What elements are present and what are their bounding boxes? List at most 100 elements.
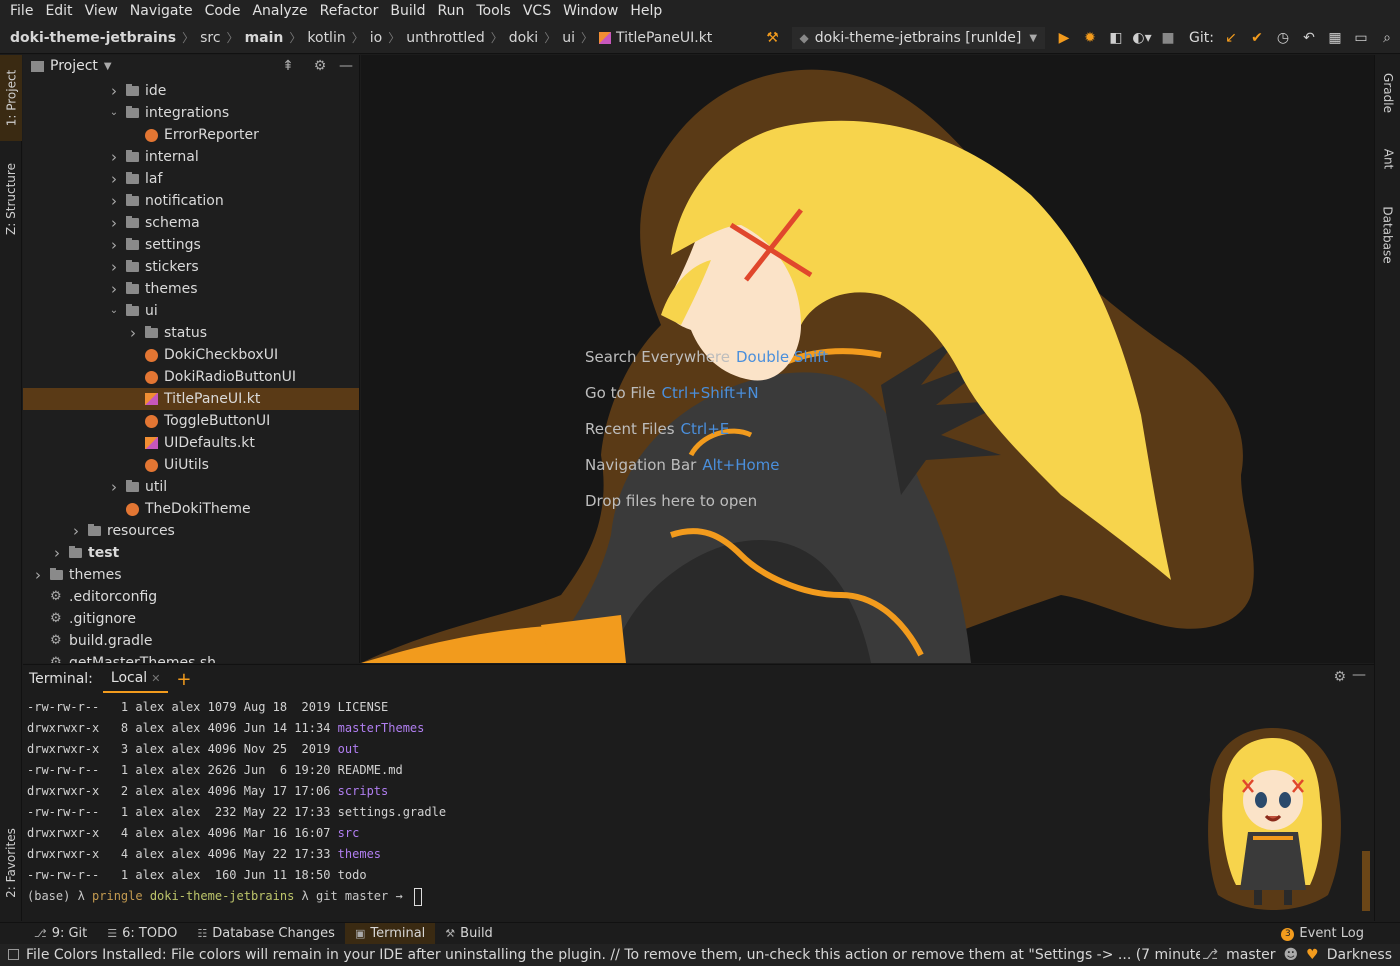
status-toggle-icon[interactable] [8, 949, 19, 960]
tree-item[interactable]: › resources [23, 520, 359, 542]
close-icon[interactable]: ✕ [151, 672, 160, 685]
tree-item[interactable]: › status [23, 322, 359, 344]
run-icon[interactable]: ▶ [1051, 22, 1077, 54]
chevron-right-icon[interactable]: › [108, 190, 120, 212]
chevron-right-icon[interactable]: › [70, 520, 82, 542]
menu-code[interactable]: Code [199, 0, 247, 22]
tree-item[interactable]: › settings [23, 234, 359, 256]
debug-icon[interactable]: ✹ [1077, 22, 1103, 54]
tree-item[interactable]: › stickers [23, 256, 359, 278]
tree-item[interactable]: › util [23, 476, 359, 498]
tab-gradle[interactable]: Gradle [1375, 63, 1400, 123]
breadcrumb-item[interactable]: doki [509, 30, 538, 46]
tree-item[interactable]: › notification [23, 190, 359, 212]
menu-build[interactable]: Build [384, 0, 431, 22]
terminal-prompt[interactable]: (base) λ pringle doki-theme-jetbrains λ … [27, 886, 446, 907]
menu-refactor[interactable]: Refactor [314, 0, 385, 22]
menu-view[interactable]: View [79, 0, 124, 22]
tree-item[interactable]: › schema [23, 212, 359, 234]
tab-project[interactable]: 1: Project [0, 55, 22, 141]
tool-tab-git[interactable]: ⎇ 9: Git [24, 923, 97, 945]
search-icon[interactable]: ⌕ [1374, 22, 1400, 54]
git-branch-widget[interactable]: master [1226, 947, 1275, 963]
presentation-icon[interactable]: ▭ [1348, 22, 1374, 54]
chevron-right-icon[interactable]: › [51, 542, 63, 564]
menu-analyze[interactable]: Analyze [246, 0, 313, 22]
tool-tab-database-changes[interactable]: ☷ Database Changes [187, 923, 345, 945]
event-log-button[interactable]: 3 Event Log [1281, 923, 1364, 945]
tree-item[interactable]: DokiRadioButtonUI [23, 366, 359, 388]
menu-navigate[interactable]: Navigate [124, 0, 199, 22]
tree-item[interactable]: ⌄ ui [23, 300, 359, 322]
status-message[interactable]: File Colors Installed: File colors will … [0, 947, 1200, 963]
menu-help[interactable]: Help [624, 0, 668, 22]
coverage-icon[interactable]: ◧ [1103, 22, 1129, 54]
project-panel-title[interactable]: Project [50, 58, 98, 74]
tree-item[interactable]: TheDokiTheme [23, 498, 359, 520]
chevron-right-icon[interactable]: › [127, 322, 139, 344]
breadcrumb-item[interactable]: ui [562, 30, 575, 46]
gear-icon[interactable]: ⚙ [1333, 669, 1346, 685]
chevron-right-icon[interactable]: › [108, 212, 120, 234]
breadcrumb-item[interactable]: src [200, 30, 220, 46]
tree-item[interactable]: DokiCheckboxUI [23, 344, 359, 366]
tree-item[interactable]: › test [23, 542, 359, 564]
tree-item[interactable]: ToggleButtonUI [23, 410, 359, 432]
theme-widget[interactable]: Darkness [1327, 947, 1392, 963]
chevron-right-icon[interactable]: › [108, 256, 120, 278]
tab-ant[interactable]: Ant [1375, 137, 1400, 181]
menu-window[interactable]: Window [557, 0, 624, 22]
breadcrumb-item[interactable]: io [370, 30, 382, 46]
tree-item[interactable]: ⚙ build.gradle [23, 630, 359, 652]
chevron-right-icon[interactable]: › [32, 564, 44, 586]
menu-edit[interactable]: Edit [39, 0, 78, 22]
menu-vcs[interactable]: VCS [517, 0, 557, 22]
chevron-right-icon[interactable]: › [108, 168, 120, 190]
tree-item[interactable]: ⌄ integrations [23, 102, 359, 124]
tree-item[interactable]: ⚙ getMasterThemes.sh [23, 652, 359, 663]
hammer-build-icon[interactable]: ⚒ [760, 22, 786, 54]
tab-database[interactable]: Database [1375, 195, 1400, 275]
collapse-all-icon[interactable]: ⇞ [277, 55, 299, 77]
git-rollback-icon[interactable]: ↶ [1296, 22, 1322, 54]
new-terminal-plus-icon[interactable]: + [176, 669, 191, 690]
tab-structure[interactable]: Z: Structure [0, 151, 22, 247]
chevron-right-icon[interactable]: › [108, 278, 120, 300]
tree-item[interactable]: › internal [23, 146, 359, 168]
tree-item[interactable]: › ide [23, 80, 359, 102]
tree-item[interactable]: ErrorReporter [23, 124, 359, 146]
breadcrumb-item[interactable]: main [245, 30, 284, 46]
tool-tab-terminal[interactable]: ▣ Terminal [344, 922, 436, 945]
chevron-right-icon[interactable]: › [108, 234, 120, 256]
breadcrumb-item[interactable]: TitlePaneUI.kt [616, 30, 712, 46]
tree-item[interactable]: UIDefaults.kt [23, 432, 359, 454]
breadcrumb-item[interactable]: unthrottled [406, 30, 485, 46]
git-update-icon[interactable]: ↙ [1218, 22, 1244, 54]
chevron-right-icon[interactable]: › [108, 146, 120, 168]
tree-item[interactable]: UiUtils [23, 454, 359, 476]
tab-favorites[interactable]: 2: Favorites [0, 815, 22, 911]
tree-item[interactable]: TitlePaneUI.kt [23, 388, 359, 410]
minimize-icon[interactable]: — [1352, 667, 1366, 683]
git-commit-icon[interactable]: ✔ [1244, 22, 1270, 54]
tree-item[interactable]: ⚙ .gitignore [23, 608, 359, 630]
breadcrumb-item[interactable]: doki-theme-jetbrains [10, 30, 176, 46]
tree-item[interactable]: › laf [23, 168, 359, 190]
tab-local[interactable]: Local ✕ [102, 665, 169, 693]
tree-item[interactable]: ⚙ .editorconfig [23, 586, 359, 608]
chevron-right-icon[interactable]: › [108, 80, 120, 102]
gear-icon[interactable]: ⚙ [309, 55, 331, 77]
inspection-icon[interactable]: ☻ [1284, 947, 1299, 963]
chevron-down-icon[interactable]: ⌄ [108, 300, 120, 322]
chevron-right-icon[interactable]: › [108, 476, 120, 498]
git-history-icon[interactable]: ◷ [1270, 22, 1296, 54]
menu-run[interactable]: Run [432, 0, 471, 22]
chevron-down-icon[interactable]: ⌄ [108, 102, 120, 124]
breadcrumb-item[interactable]: kotlin [307, 30, 345, 46]
profile-icon[interactable]: ◐▾ [1129, 22, 1155, 54]
menu-tools[interactable]: Tools [470, 0, 517, 22]
run-configuration-select[interactable]: ◆ doki-theme-jetbrains [runIde] ▼ [791, 27, 1046, 49]
stop-icon[interactable]: ■ [1155, 22, 1181, 54]
tool-tab-build[interactable]: ⚒ Build [435, 923, 503, 945]
tree-item[interactable]: › themes [23, 278, 359, 300]
